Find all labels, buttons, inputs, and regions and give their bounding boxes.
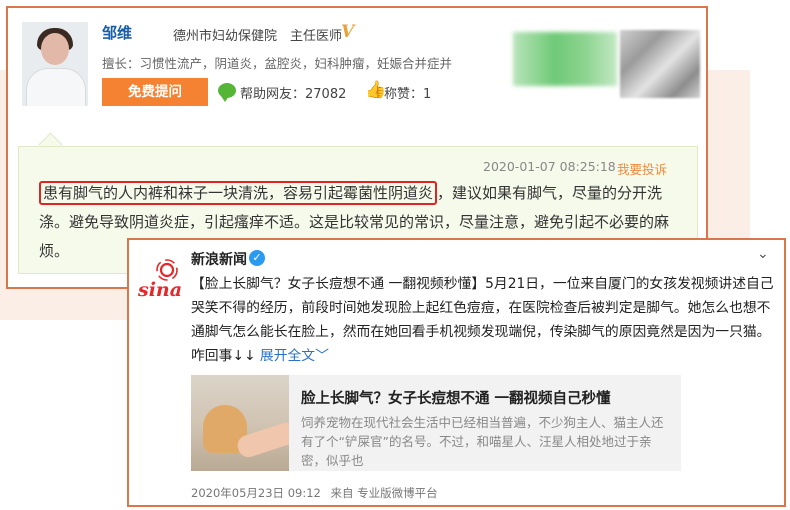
free-ask-button[interactable]: 免费提问 [102,78,208,106]
article-title[interactable]: 脸上长脚气？女子长痘想不通 一翻视频自己秒懂 [301,387,611,408]
account-name[interactable]: 新浪新闻 [191,249,247,269]
doctor-hospital: 德州市妇幼保健院 [173,29,278,44]
helped-count: 帮助网友：27082 [240,87,347,102]
like-count: 称赞：1 [384,87,432,102]
highlighted-sentence: 患有脚气的人内裤和袜子一块清洗，容易引起霉菌性阴道炎 [39,181,438,205]
answer-timestamp: 2020-01-07 08:25:18 [483,159,616,174]
doctor-name[interactable]: 邹维 [102,22,132,43]
thumbs-up-icon[interactable]: 👍 [365,80,386,100]
post-meta: 2020年05月23日 09:12 来自 专业版微博平台 [191,485,444,501]
article-thumbnail [191,375,289,471]
post-text: 【脸上长脚气？女子长痘想不通 一翻视频秒懂】5月21日，一位来自厦门的女孩发视频… [191,272,776,368]
blurred-qr-code [620,30,700,98]
report-link[interactable]: 我要投诉 [617,159,667,178]
doctor-avatar[interactable] [22,22,88,106]
weibo-post-card: sina 新浪新闻 ✓ ⌄ 【脸上长脚气？女子长痘想不通 一翻视频秒懂】5月21… [127,238,786,507]
verified-badge-icon: ✓ [249,250,265,266]
verified-v-icon: V [341,22,355,42]
doctor-specialty: 擅长：习惯性流产，阴道炎，盆腔炎，妇科肿瘤，妊娠合并症并 [102,56,453,71]
expand-full-text-link[interactable]: 展开全文﹀ [260,348,329,364]
post-date[interactable]: 2020年05月23日 09:12 [191,486,321,500]
blurred-banner [513,32,617,86]
post-source: 来自 专业版微博平台 [330,486,438,500]
chevron-down-icon: ﹀ [315,348,329,364]
sina-logo-text: sina [137,279,182,301]
article-preview-card[interactable]: 脸上长脚气？女子长痘想不通 一翻视频自己秒懂 饲养宠物在现代社会生活中已经相当普… [191,375,681,471]
chevron-down-icon[interactable]: ⌄ [757,246,769,262]
sina-logo-icon[interactable]: sina [137,258,183,304]
chat-bubble-icon [218,83,236,102]
article-description: 饲养宠物在现代社会生活中已经相当普遍，不少狗主人、猫主人还有了个“铲屎官”的名号… [301,415,664,468]
doctor-title: 主任医师 [290,29,343,44]
